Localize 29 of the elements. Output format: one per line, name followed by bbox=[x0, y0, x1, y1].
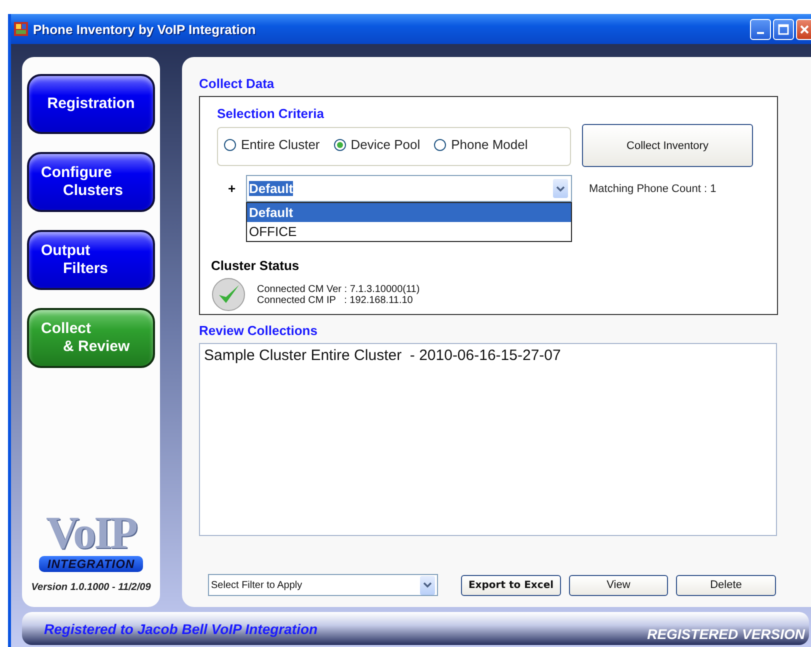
group-title: Selection Criteria bbox=[217, 106, 324, 121]
filter-dropdown[interactable]: Select Filter to Apply bbox=[208, 574, 438, 596]
device-pool-dropdown[interactable]: Default bbox=[246, 175, 572, 202]
cluster-status-text: Connected CM Ver : 7.1.3.10000(11) Connected CM IP : 192.168.11.10 bbox=[257, 284, 420, 306]
nav-button[interactable]: Output Filters bbox=[27, 230, 155, 290]
logo: VoIP INTEGRATION bbox=[39, 510, 143, 572]
section-title: Review Collections bbox=[199, 323, 318, 338]
section-title: Collect Data bbox=[199, 76, 276, 91]
radio-option[interactable]: Device Pool bbox=[334, 137, 420, 152]
radio-option[interactable]: Phone Model bbox=[434, 137, 528, 152]
nav-button[interactable]: Registration bbox=[27, 74, 155, 134]
version-text: Version 1.0.1000 - 11/2/09 bbox=[31, 582, 151, 593]
registered-to-text: Registered to Jacob Bell VoIP Integration bbox=[44, 620, 318, 636]
action-button[interactable]: Delete bbox=[676, 574, 776, 596]
list-item[interactable]: Sample Cluster Entire Cluster - 2010-06-16-15-27-07 bbox=[204, 347, 772, 364]
matching-count: Matching Phone Count : 1 bbox=[589, 182, 716, 194]
radio-option[interactable]: Entire Cluster bbox=[224, 137, 320, 152]
cluster-status-title: Cluster Status bbox=[211, 258, 300, 273]
dropdown-option[interactable]: OFFICE bbox=[247, 222, 571, 241]
action-button[interactable]: View bbox=[569, 574, 668, 596]
window-title: Phone Inventory by VoIP Integration bbox=[33, 22, 257, 36]
action-button[interactable]: Export to Excel bbox=[461, 574, 561, 596]
selected-value: Default bbox=[249, 181, 294, 196]
nav-button[interactable]: Collect & Review bbox=[27, 308, 155, 368]
dropdown-option[interactable]: Default bbox=[247, 203, 571, 222]
nav-button[interactable]: Configure Clusters bbox=[27, 152, 155, 212]
collect-inventory-button[interactable]: Collect Inventory bbox=[582, 124, 753, 167]
plus-sign: + bbox=[227, 181, 237, 196]
registered-version-text: REGISTERED VERSION bbox=[647, 624, 805, 642]
